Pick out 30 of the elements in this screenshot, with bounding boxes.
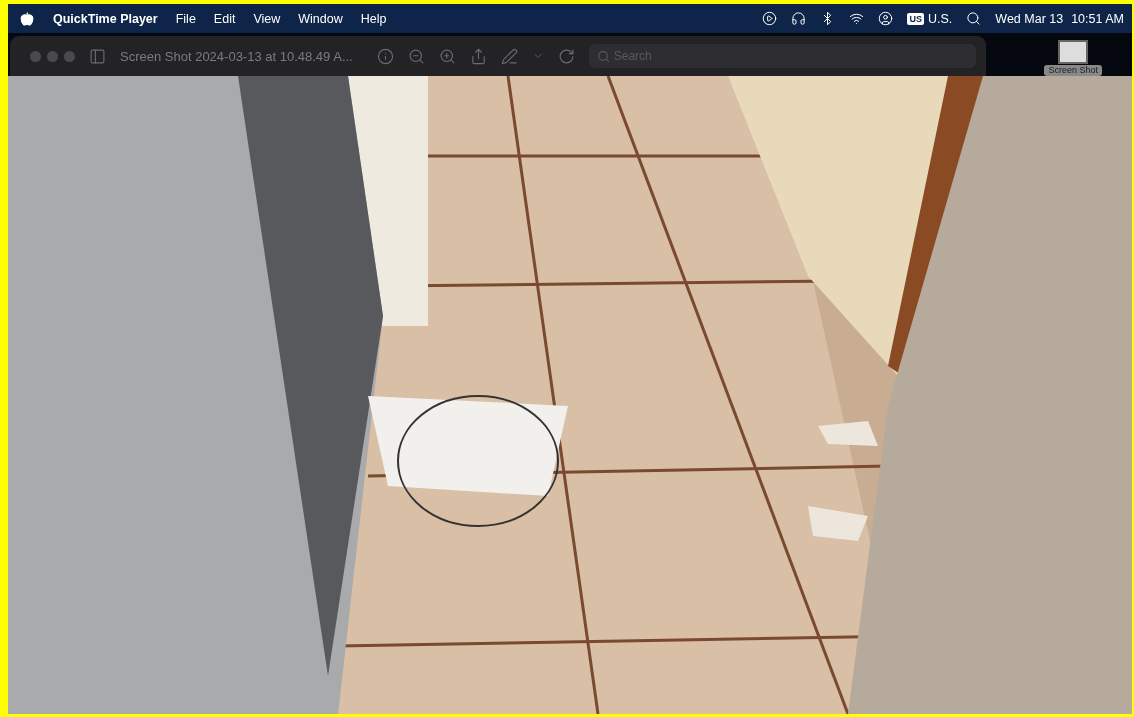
menu-item[interactable]: File <box>166 11 205 26</box>
info-icon[interactable] <box>376 47 394 65</box>
play-icon[interactable] <box>762 11 778 26</box>
menu-item[interactable]: Window <box>289 11 352 26</box>
search-icon[interactable] <box>966 11 982 26</box>
zoom-out-icon[interactable] <box>407 47 425 65</box>
menu-item[interactable]: Edit <box>204 11 245 26</box>
minimize-button[interactable] <box>47 50 58 62</box>
apple-icon[interactable] <box>20 11 34 26</box>
menu-bar-time[interactable]: 10:51 AM <box>1071 11 1124 26</box>
wifi-icon[interactable] <box>849 11 865 26</box>
keyboard-badge[interactable]: US <box>907 12 924 25</box>
menu-item[interactable]: Help <box>351 11 396 26</box>
window-title: Screen Shot 2024-03-13 at 10.48.49 A... <box>120 48 353 64</box>
sidebar-icon[interactable] <box>89 47 106 65</box>
rotate-icon[interactable] <box>557 47 575 65</box>
user-icon[interactable] <box>878 11 894 26</box>
menu-bar-date[interactable]: Wed Mar 13 <box>995 11 1064 26</box>
menu-item[interactable]: View <box>244 11 290 26</box>
pen-icon[interactable] <box>500 47 518 65</box>
input-source-label[interactable]: U.S. <box>928 11 953 26</box>
close-button[interactable] <box>30 50 41 62</box>
file-label[interactable]: Screen Shot <box>1044 65 1102 76</box>
search-icon <box>596 49 610 63</box>
zoom-in-icon[interactable] <box>438 47 456 65</box>
app-menu[interactable]: QuickTime Player <box>44 11 167 26</box>
share-icon[interactable] <box>469 47 487 65</box>
zoom-button[interactable] <box>64 50 75 62</box>
file-thumbnail-icon[interactable] <box>1058 40 1089 64</box>
headphones-icon[interactable] <box>791 11 807 26</box>
